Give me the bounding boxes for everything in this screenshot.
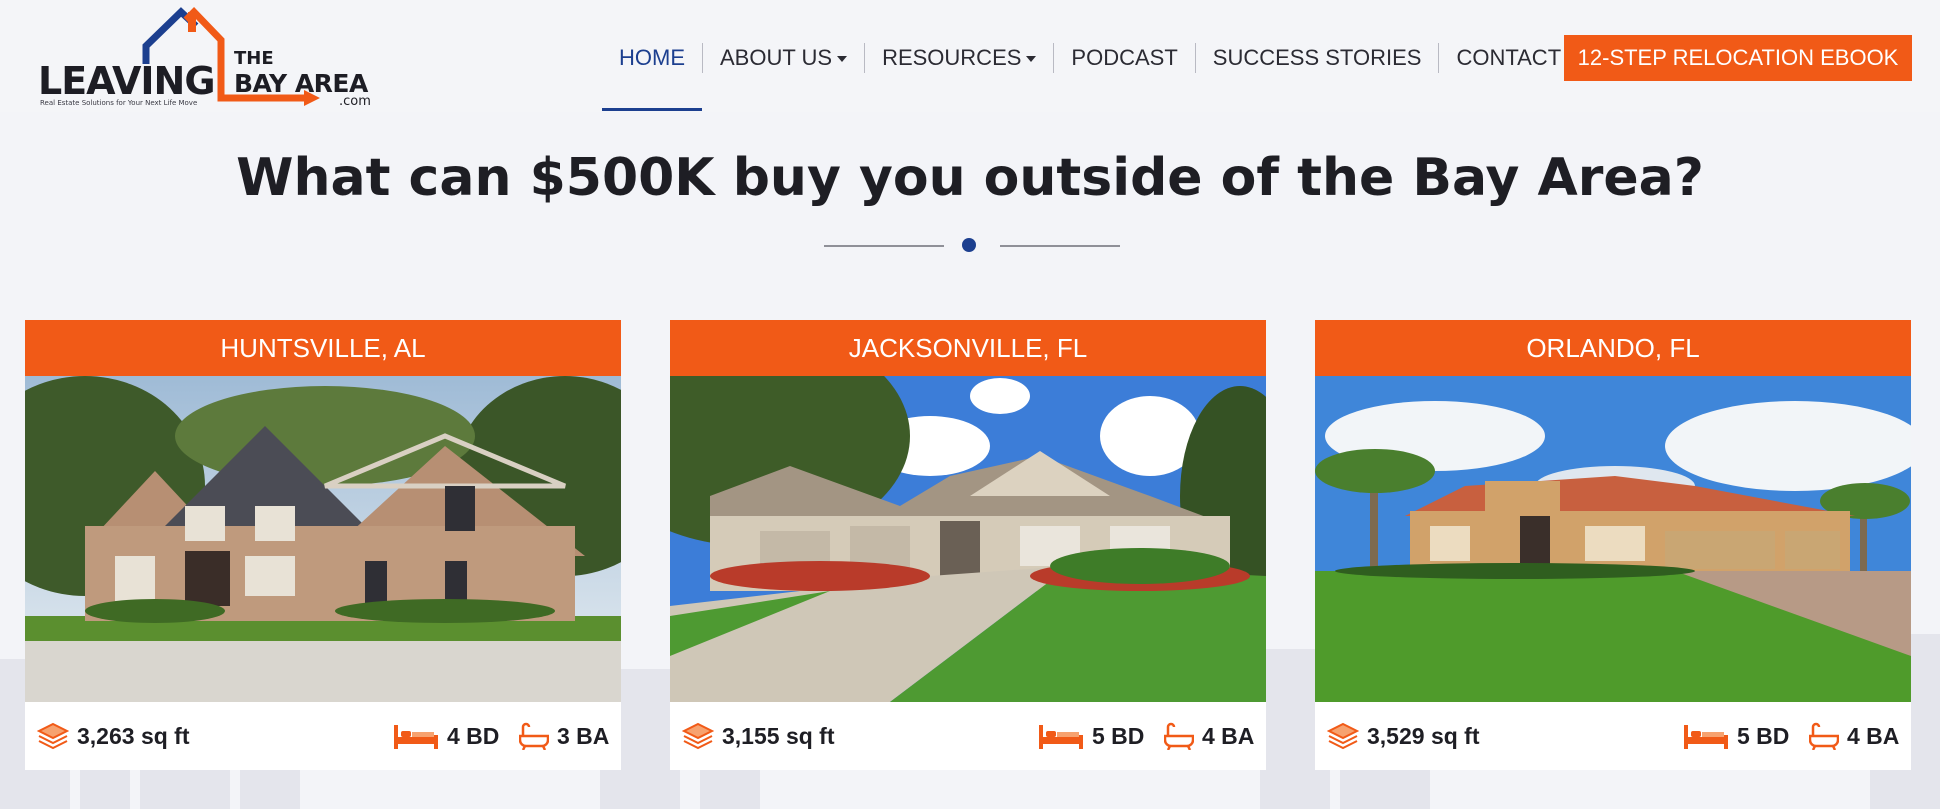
stat-baths-value: 3 BA: [557, 722, 610, 749]
stat-beds-value: 5 BD: [1737, 722, 1790, 749]
bathtub-icon: [1809, 722, 1839, 750]
stat-area: 3,263 sq ft: [37, 702, 190, 770]
nav-podcast-label: PODCAST: [1071, 45, 1178, 70]
layers-icon: [37, 722, 69, 750]
property-photo: [25, 376, 621, 702]
relocation-ebook-button[interactable]: 12-STEP RELOCATION EBOOK: [1564, 35, 1912, 81]
nav-resources[interactable]: RESOURCES: [864, 43, 1053, 73]
caret-down-icon: [1026, 56, 1037, 62]
nav-about-us[interactable]: ABOUT US: [702, 43, 864, 73]
logo-tagline: Real Estate Solutions for Your Next Life…: [40, 99, 198, 107]
stat-area: 3,155 sq ft: [682, 702, 835, 770]
card-city-title: JACKSONVILLE, FL: [670, 320, 1266, 376]
nav-success-stories-label: SUCCESS STORIES: [1212, 45, 1422, 70]
property-card-orlando[interactable]: ORLANDO, FL 3,529 sq ft 5 BD 4 BA: [1315, 320, 1911, 770]
stat-area: 3,529 sq ft: [1327, 702, 1480, 770]
bed-icon: [394, 725, 438, 749]
caret-down-icon: [837, 56, 848, 62]
bathtub-icon: [519, 722, 549, 750]
bed-icon: [1039, 725, 1083, 749]
divider-dot: [962, 238, 976, 252]
layers-icon: [682, 722, 714, 750]
headline-divider: [824, 238, 1120, 252]
stat-sqft-value: 3,155 sq ft: [722, 722, 835, 749]
property-card-jacksonville[interactable]: JACKSONVILLE, FL 3,155 sq ft 5 BD 4 BA: [670, 320, 1266, 770]
nav-active-indicator: [602, 108, 702, 111]
stat-baths-value: 4 BA: [1847, 722, 1900, 749]
nav-home-label: HOME: [619, 45, 685, 70]
site-logo[interactable]: LEAVING THE BAY AREA .com Real Estate So…: [36, 6, 376, 109]
logo-the-text: THE: [234, 48, 274, 69]
property-photo: [1315, 376, 1911, 702]
nav-contact[interactable]: CONTACT: [1438, 43, 1578, 73]
stat-beds: 5 BD: [1038, 702, 1144, 770]
page-headline: What can $500K buy you outside of the Ba…: [236, 148, 1704, 208]
card-stats: 3,529 sq ft 5 BD 4 BA: [1315, 702, 1911, 770]
stat-baths: 3 BA: [519, 702, 609, 770]
bathtub-icon: [1164, 722, 1194, 750]
nav-podcast[interactable]: PODCAST: [1053, 43, 1194, 73]
card-stats: 3,155 sq ft 5 BD 4 BA: [670, 702, 1266, 770]
layers-icon: [1327, 722, 1359, 750]
nav-about-us-label: ABOUT US: [720, 45, 833, 70]
site-header: LEAVING THE BAY AREA .com Real Estate So…: [0, 0, 1940, 112]
logo-dotcom-text: .com: [339, 94, 371, 109]
card-city-title: ORLANDO, FL: [1315, 320, 1911, 376]
stat-sqft-value: 3,263 sq ft: [77, 722, 190, 749]
stat-beds: 5 BD: [1683, 702, 1789, 770]
nav-contact-label: CONTACT: [1456, 45, 1562, 70]
stat-beds-value: 4 BD: [447, 722, 500, 749]
stat-beds-value: 5 BD: [1092, 722, 1145, 749]
main-nav: HOME ABOUT US RESOURCES PODCAST SUCCESS …: [602, 36, 1578, 80]
card-stats: 3,263 sq ft 4 BD 3 BA: [25, 702, 621, 770]
nav-home[interactable]: HOME: [602, 43, 702, 73]
nav-resources-label: RESOURCES: [882, 45, 1022, 70]
stat-beds: 4 BD: [393, 702, 499, 770]
property-card-huntsville[interactable]: HUNTSVILLE, AL 3,263 sq ft 4 BD 3 BA: [25, 320, 621, 770]
property-photo: [670, 376, 1266, 702]
nav-success-stories[interactable]: SUCCESS STORIES: [1194, 43, 1439, 73]
logo-leaving-text: LEAVING: [38, 59, 216, 103]
stat-baths-value: 4 BA: [1202, 722, 1255, 749]
stat-baths: 4 BA: [1164, 702, 1254, 770]
stat-sqft-value: 3,529 sq ft: [1367, 722, 1480, 749]
stat-baths: 4 BA: [1809, 702, 1899, 770]
card-city-title: HUNTSVILLE, AL: [25, 320, 621, 376]
bed-icon: [1684, 725, 1728, 749]
